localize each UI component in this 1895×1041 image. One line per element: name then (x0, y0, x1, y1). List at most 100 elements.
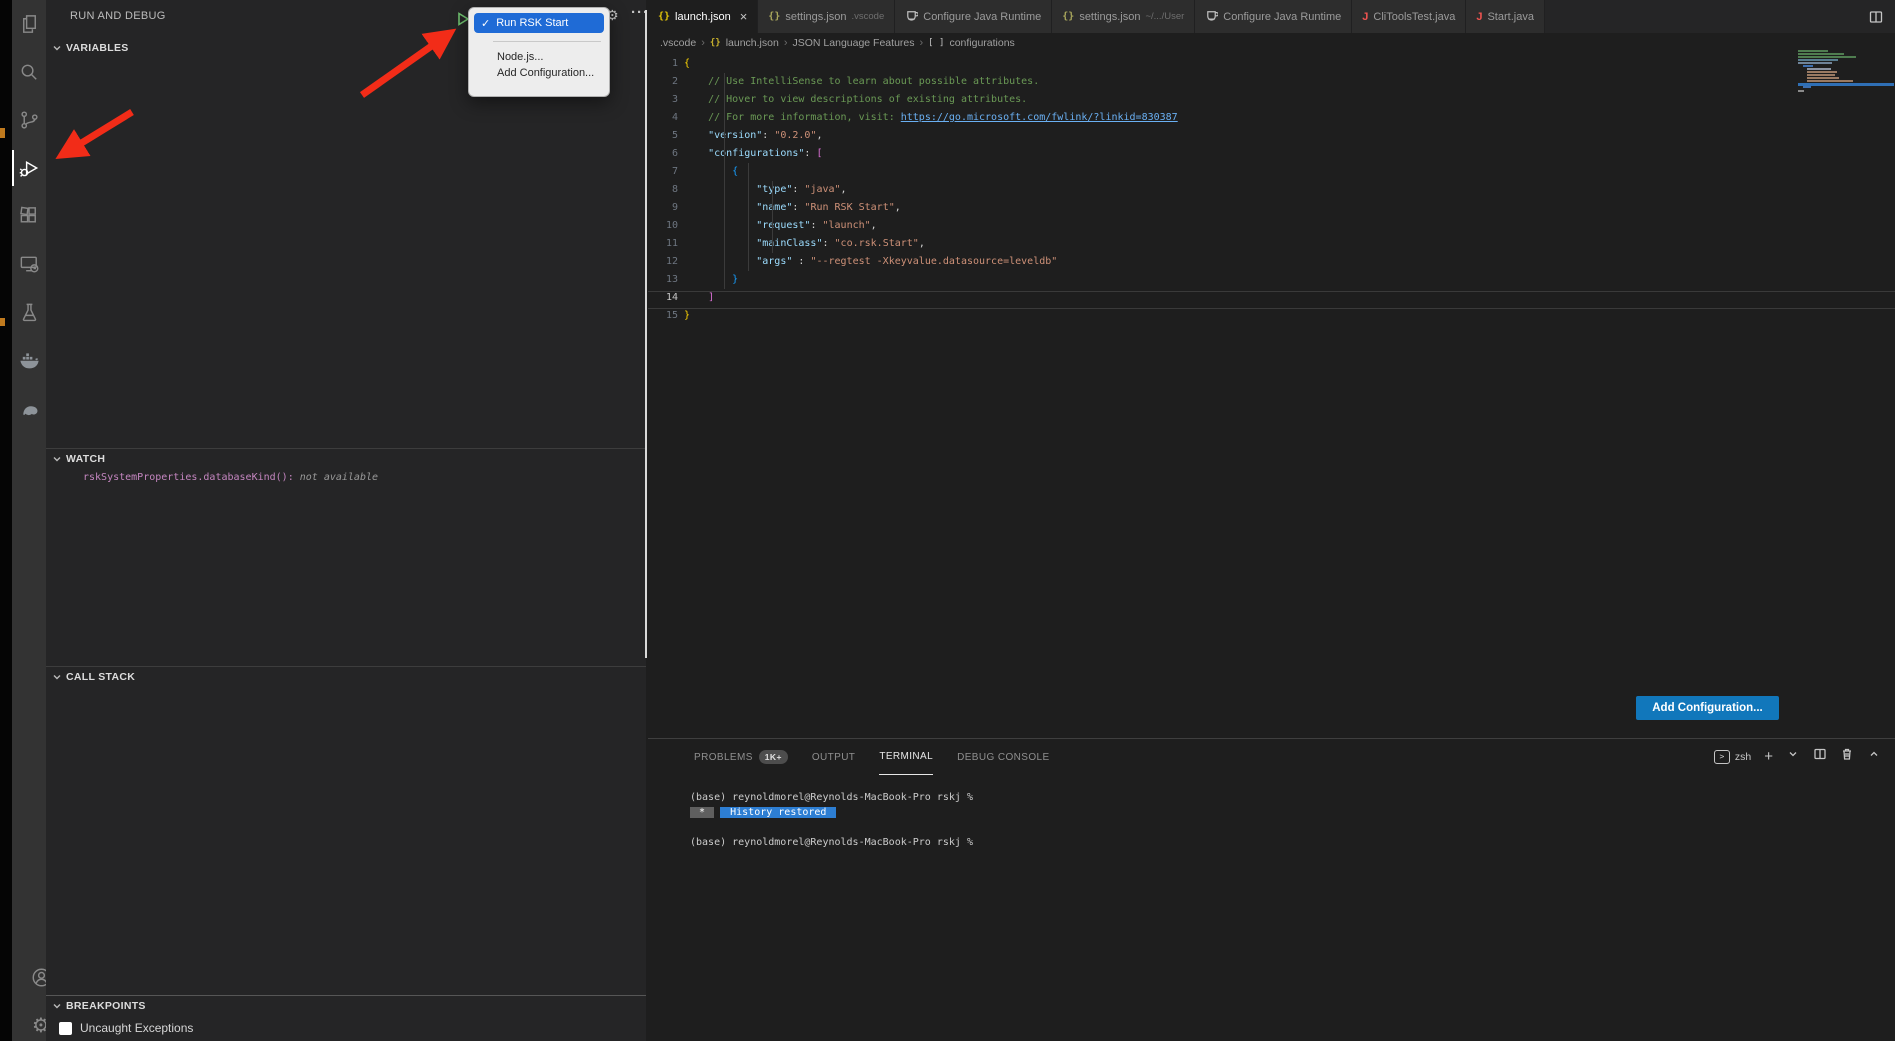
panel-tab-output[interactable]: OUTPUT (812, 739, 856, 775)
section-label: BREAKPOINTS (66, 1000, 146, 1012)
close-icon[interactable]: × (740, 9, 748, 24)
kill-terminal-trash-icon[interactable] (1840, 747, 1854, 766)
code-line: 2 // Use IntelliSense to learn about pos… (648, 73, 1895, 91)
split-terminal-icon[interactable] (1813, 747, 1827, 766)
breadcrumb-item[interactable]: configurations (949, 37, 1014, 49)
run-and-debug-icon[interactable] (12, 144, 46, 192)
bottom-panel: PROBLEMS1K+ OUTPUT TERMINAL DEBUG CONSOLE >… (648, 738, 1895, 1041)
line-number: 1 (648, 55, 684, 73)
code-line: 12 "args" : "--regtest -Xkeyvalue.dataso… (648, 253, 1895, 271)
menu-item-add-configuration-[interactable]: Add Configuration... (469, 65, 609, 81)
panel-tab-problems[interactable]: PROBLEMS1K+ (694, 739, 788, 775)
line-content: // For more information, visit: https://… (684, 109, 1178, 127)
tab-clitoolstest-java[interactable]: JCliToolsTest.java (1352, 0, 1466, 33)
indent-guide (772, 181, 773, 253)
remote-explorer-icon[interactable] (12, 240, 46, 288)
terminal-line: (base) reynoldmorel@Reynolds-MacBook-Pro… (690, 790, 1875, 805)
new-terminal-icon[interactable]: + (1764, 749, 1773, 764)
line-number: 10 (648, 217, 684, 235)
terminal-output[interactable]: (base) reynoldmorel@Reynolds-MacBook-Pro… (690, 790, 1875, 850)
add-configuration-button[interactable]: Add Configuration... (1636, 696, 1779, 720)
line-content: "version": "0.2.0", (684, 127, 823, 145)
panel-tab-terminal[interactable]: TERMINAL (879, 739, 933, 775)
minimap-line (1803, 86, 1811, 88)
line-content: // Hover to view descriptions of existin… (684, 91, 1027, 109)
testing-icon[interactable] (12, 288, 46, 336)
line-content: "mainClass": "co.rsk.Start", (684, 235, 925, 253)
tab-settings-json[interactable]: {}settings.json.vscode (758, 0, 895, 33)
terminal-shell-selector[interactable]: > zsh (1714, 750, 1751, 764)
shell-prompt-icon: > (1714, 750, 1730, 764)
section-watch: WATCH rskSystemProperties.databaseKind():… (46, 448, 646, 483)
minimap[interactable] (1798, 50, 1894, 96)
line-number: 7 (648, 163, 684, 181)
extensions-icon[interactable] (12, 192, 46, 240)
menu-item-node-js-[interactable]: Node.js... (469, 49, 609, 65)
chevron-down-icon (52, 43, 62, 53)
minimap-line (1807, 77, 1839, 79)
breakpoint-item[interactable]: Uncaught Exceptions (46, 1015, 646, 1035)
java-file-icon: J (1476, 11, 1482, 23)
watch-value: not available (294, 472, 378, 483)
terminal-dropdown-chevron-icon[interactable] (1786, 747, 1800, 766)
json-braces-icon: {} (710, 38, 721, 48)
line-number: 8 (648, 181, 684, 199)
source-control-icon[interactable] (12, 96, 46, 144)
search-icon[interactable] (12, 48, 46, 96)
watch-expression-row[interactable]: rskSystemProperties.databaseKind(): not … (46, 468, 646, 483)
split-editor-icon[interactable] (1857, 0, 1895, 33)
section-header[interactable]: BREAKPOINTS (46, 995, 646, 1015)
panel-tab-label: OUTPUT (812, 752, 856, 763)
breadcrumb-item[interactable]: JSON Language Features (793, 37, 915, 49)
line-number: 13 (648, 271, 684, 289)
section-call-stack: CALL STACK (46, 666, 646, 686)
minimap-line (1807, 80, 1853, 82)
breadcrumb-separator: › (784, 37, 788, 49)
line-number: 6 (648, 145, 684, 163)
panel-tab-label: PROBLEMS (694, 752, 753, 763)
section-label: VARIABLES (66, 42, 129, 54)
panel-tab-debug-console[interactable]: DEBUG CONSOLE (957, 739, 1049, 775)
panel-tab-bar: PROBLEMS1K+ OUTPUT TERMINAL DEBUG CONSOLE (694, 739, 1050, 775)
tab-launch-json[interactable]: {}launch.json× (648, 0, 758, 33)
section-label: WATCH (66, 453, 105, 465)
code-line: 3 // Hover to view descriptions of exist… (648, 91, 1895, 109)
gradle-icon[interactable] (12, 384, 46, 432)
tab-configure-java-runtime[interactable]: Configure Java Runtime (1195, 0, 1352, 33)
minimap-line (1807, 71, 1837, 73)
menu-item-run-rsk-start[interactable]: ✓Run RSK Start (474, 13, 604, 33)
explorer-icon[interactable] (12, 0, 46, 48)
history-restored-highlight: History restored (720, 807, 836, 818)
tab-settings-json[interactable]: {}settings.json~/.../User (1052, 0, 1195, 33)
line-content: } (684, 307, 690, 325)
line-number: 4 (648, 109, 684, 127)
section-header[interactable]: WATCH (46, 448, 646, 468)
sidebar-resize-sash[interactable] (645, 10, 647, 658)
breadcrumb[interactable]: .vscode › {} launch.json › JSON Language Feat… (648, 33, 1895, 53)
minimap-line (1803, 65, 1813, 67)
uncaught-exceptions-checkbox[interactable] (59, 1022, 72, 1035)
tab-label: launch.json (675, 11, 731, 23)
maximize-panel-chevron-icon[interactable] (1867, 747, 1881, 766)
section-header[interactable]: CALL STACK (46, 666, 646, 686)
watch-expression: rskSystemProperties.databaseKind(): (83, 472, 294, 483)
code-editor[interactable]: 1{2 // Use IntelliSense to learn about p… (648, 53, 1895, 325)
editor-tab-bar: {}launch.json×{}settings.json.vscodeConf… (648, 0, 1895, 33)
tab-start-java[interactable]: JStart.java (1466, 0, 1545, 33)
tab-configure-java-runtime[interactable]: Configure Java Runtime (895, 0, 1052, 33)
json-braces-icon: {} (768, 11, 780, 22)
line-number: 11 (648, 235, 684, 253)
breadcrumb-separator: › (920, 37, 924, 49)
breadcrumb-item[interactable]: .vscode (660, 37, 696, 49)
breadcrumb-item[interactable]: launch.json (726, 37, 779, 49)
docker-icon[interactable] (12, 336, 46, 384)
minimap-line (1798, 62, 1832, 64)
indent-guide (748, 163, 749, 271)
line-content: "name": "Run RSK Start", (684, 199, 901, 217)
sidebar-title: RUN AND DEBUG (70, 10, 166, 22)
line-number: 2 (648, 73, 684, 91)
minimap-line (1798, 90, 1804, 92)
activity-bar: ⚙ (12, 0, 46, 1041)
line-number: 15 (648, 307, 684, 325)
panel-actions: > zsh + (1714, 747, 1881, 766)
